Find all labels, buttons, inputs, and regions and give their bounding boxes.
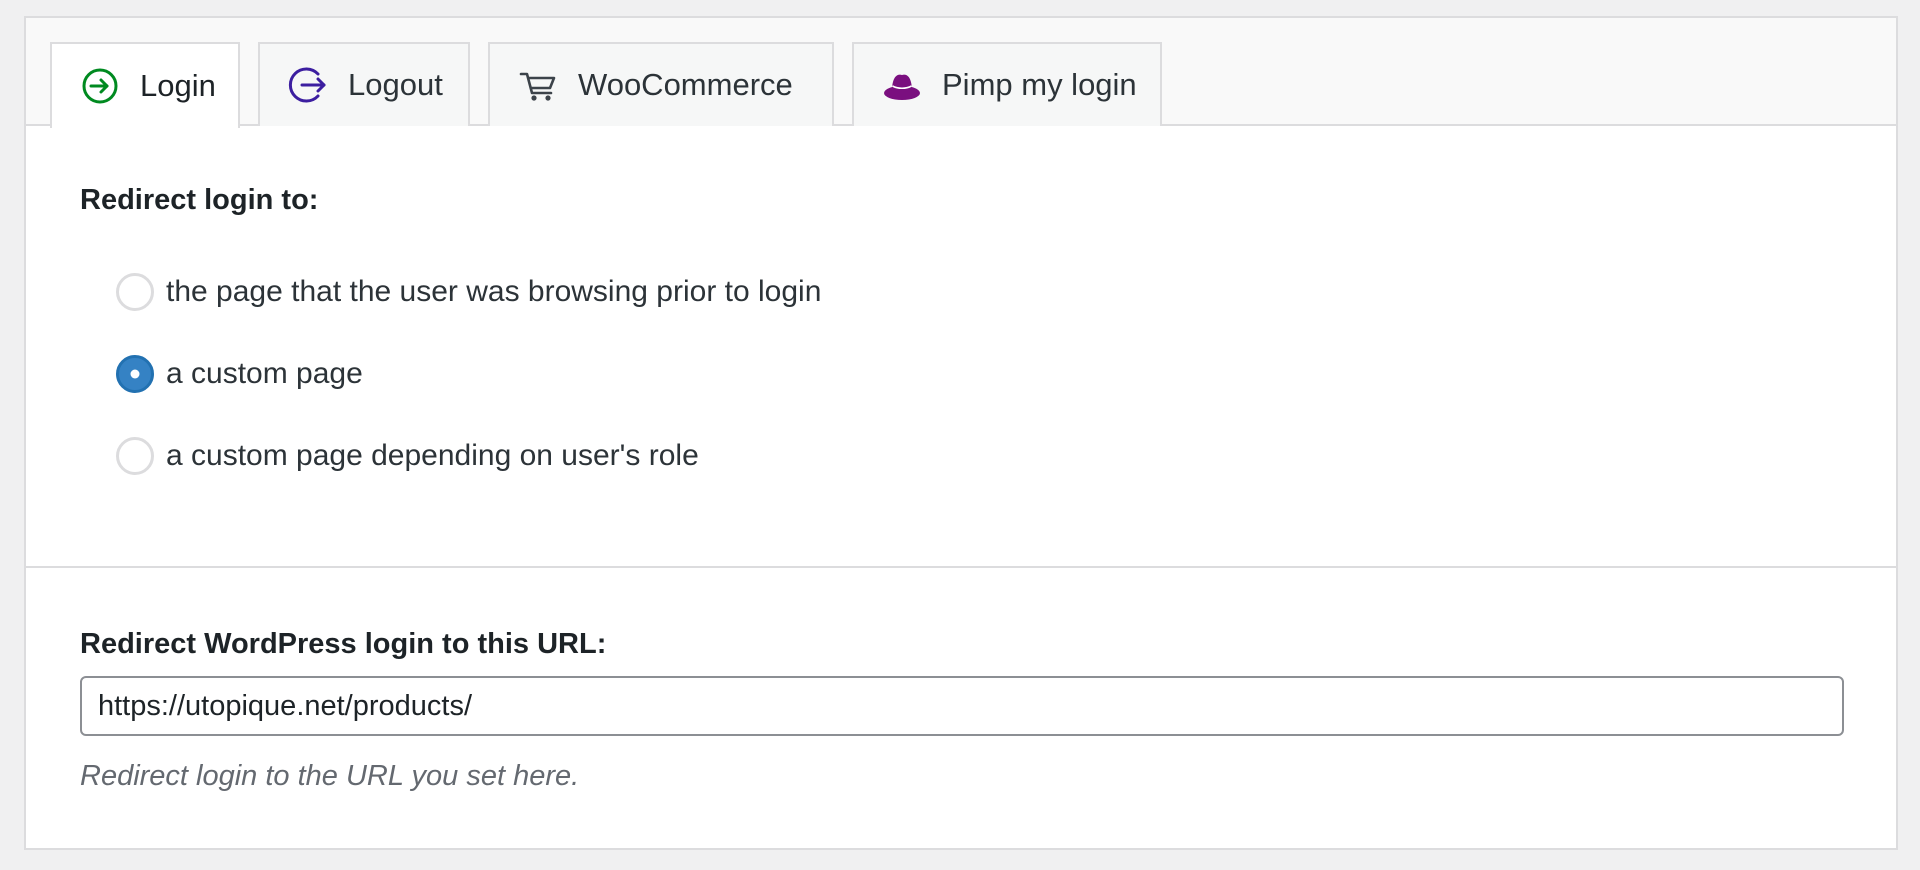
tab-pimp-my-login-label: Pimp my login [942,67,1137,102]
redirect-url-input[interactable] [80,676,1844,736]
hat-icon [882,65,922,105]
tab-woocommerce-label: WooCommerce [578,67,793,102]
radio-option-label: a custom page depending on user's role [166,439,699,472]
section-divider [26,566,1896,568]
redirect-url-title: Redirect WordPress login to this URL: [80,628,607,660]
cart-icon [518,65,558,105]
tab-bar: Login Logout WooCommerce Pimp my login [26,18,1896,128]
redirect-url-help: Redirect login to the URL you set here. [80,760,580,792]
logout-arrow-icon [288,65,328,105]
tab-logout-label: Logout [348,67,443,102]
radio-option-label: a custom page [166,357,363,390]
redirect-login-title: Redirect login to: [80,184,319,216]
tab-woocommerce[interactable]: WooCommerce [488,42,834,126]
tab-login-label: Login [140,68,216,103]
radio-option-custom-page[interactable]: a custom page [116,355,363,393]
radio-option-previous-page[interactable]: the page that the user was browsing prio… [116,273,821,311]
settings-panel: Login Logout WooCommerce Pimp my login R… [24,16,1898,850]
radio-option-label: the page that the user was browsing prio… [166,275,822,308]
radio-button-previous-page[interactable] [116,273,154,311]
tab-pimp-my-login[interactable]: Pimp my login [852,42,1162,126]
tab-login[interactable]: Login [50,42,240,128]
radio-option-custom-page-role[interactable]: a custom page depending on user's role [116,437,699,475]
login-arrow-icon [80,66,120,106]
tab-logout[interactable]: Logout [258,42,470,126]
radio-button-custom-page-role[interactable] [116,437,154,475]
radio-button-custom-page[interactable] [116,355,154,393]
